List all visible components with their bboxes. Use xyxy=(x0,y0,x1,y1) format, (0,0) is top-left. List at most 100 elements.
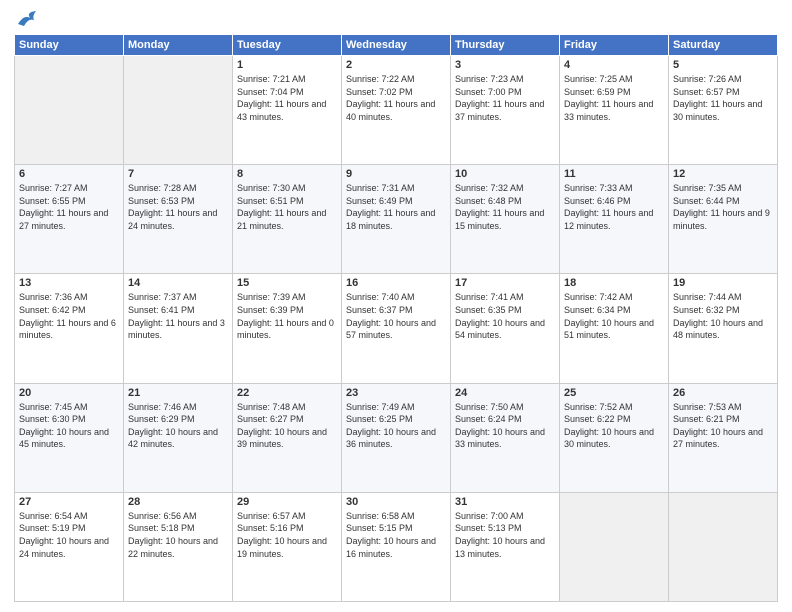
day-number: 26 xyxy=(673,387,773,399)
calendar-day-cell: 5 Sunrise: 7:26 AMSunset: 6:57 PMDaylight… xyxy=(669,56,778,165)
day-number: 13 xyxy=(19,277,119,289)
calendar-day-cell: 17 Sunrise: 7:41 AMSunset: 6:35 PMDayligh… xyxy=(451,274,560,383)
calendar-day-cell: 19 Sunrise: 7:44 AMSunset: 6:32 PMDayligh… xyxy=(669,274,778,383)
calendar-day-cell: 14 Sunrise: 7:37 AMSunset: 6:41 PMDayligh… xyxy=(124,274,233,383)
calendar-day-cell: 27 Sunrise: 6:54 AMSunset: 5:19 PMDayligh… xyxy=(15,492,124,601)
calendar-day-cell: 15 Sunrise: 7:39 AMSunset: 6:39 PMDayligh… xyxy=(233,274,342,383)
calendar-day-cell: 31Sunrise: 7:00 AMSunset: 5:13 PMDayligh… xyxy=(451,492,560,601)
header xyxy=(14,10,778,28)
calendar-day-cell: 11 Sunrise: 7:33 AMSunset: 6:46 PMDayligh… xyxy=(560,165,669,274)
day-number: 23 xyxy=(346,387,446,399)
day-number: 21 xyxy=(128,387,228,399)
calendar-day-cell: 29Sunrise: 6:57 AMSunset: 5:16 PMDayligh… xyxy=(233,492,342,601)
calendar-day-cell xyxy=(15,56,124,165)
day-info: Sunrise: 7:52 AMSunset: 6:22 PMDaylight:… xyxy=(564,401,664,451)
calendar-day-cell: 22 Sunrise: 7:48 AMSunset: 6:27 PMDayligh… xyxy=(233,383,342,492)
day-info: Sunrise: 7:36 AMSunset: 6:42 PMDaylight:… xyxy=(19,291,119,341)
day-info: Sunrise: 7:31 AMSunset: 6:49 PMDaylight:… xyxy=(346,182,446,232)
day-info: Sunrise: 7:42 AMSunset: 6:34 PMDaylight:… xyxy=(564,291,664,341)
calendar-day-cell: 24Sunrise: 7:50 AMSunset: 6:24 PMDayligh… xyxy=(451,383,560,492)
calendar-day-cell xyxy=(124,56,233,165)
calendar-day-cell: 4 Sunrise: 7:25 AMSunset: 6:59 PMDaylight… xyxy=(560,56,669,165)
day-number: 31 xyxy=(455,496,555,508)
day-number: 12 xyxy=(673,168,773,180)
day-number: 29 xyxy=(237,496,337,508)
day-info: Sunrise: 7:44 AMSunset: 6:32 PMDaylight:… xyxy=(673,291,773,341)
calendar-day-cell: 6 Sunrise: 7:27 AMSunset: 6:55 PMDaylight… xyxy=(15,165,124,274)
day-info: Sunrise: 7:27 AMSunset: 6:55 PMDaylight:… xyxy=(19,182,119,232)
day-info: Sunrise: 7:46 AMSunset: 6:29 PMDaylight:… xyxy=(128,401,228,451)
weekday-header-cell: Monday xyxy=(124,35,233,56)
calendar-day-cell: 8 Sunrise: 7:30 AMSunset: 6:51 PMDaylight… xyxy=(233,165,342,274)
page: SundayMondayTuesdayWednesdayThursdayFrid… xyxy=(0,0,792,612)
calendar-day-cell: 20Sunrise: 7:45 AMSunset: 6:30 PMDayligh… xyxy=(15,383,124,492)
calendar-week-row: 6 Sunrise: 7:27 AMSunset: 6:55 PMDaylight… xyxy=(15,165,778,274)
day-number: 27 xyxy=(19,496,119,508)
day-info: Sunrise: 6:56 AMSunset: 5:18 PMDaylight:… xyxy=(128,510,228,560)
day-info: Sunrise: 7:41 AMSunset: 6:35 PMDaylight:… xyxy=(455,291,555,341)
day-number: 24 xyxy=(455,387,555,399)
day-info: Sunrise: 7:37 AMSunset: 6:41 PMDaylight:… xyxy=(128,291,228,341)
calendar-day-cell: 28 Sunrise: 6:56 AMSunset: 5:18 PMDayligh… xyxy=(124,492,233,601)
weekday-header-cell: Friday xyxy=(560,35,669,56)
calendar-table: SundayMondayTuesdayWednesdayThursdayFrid… xyxy=(14,34,778,602)
day-number: 19 xyxy=(673,277,773,289)
day-number: 6 xyxy=(19,168,119,180)
day-number: 10 xyxy=(455,168,555,180)
day-number: 25 xyxy=(564,387,664,399)
day-number: 18 xyxy=(564,277,664,289)
calendar-day-cell: 26 Sunrise: 7:53 AMSunset: 6:21 PMDayligh… xyxy=(669,383,778,492)
day-number: 17 xyxy=(455,277,555,289)
day-info: Sunrise: 7:53 AMSunset: 6:21 PMDaylight:… xyxy=(673,401,773,451)
calendar-day-cell: 12 Sunrise: 7:35 AMSunset: 6:44 PMDayligh… xyxy=(669,165,778,274)
calendar-day-cell: 30Sunrise: 6:58 AMSunset: 5:15 PMDayligh… xyxy=(342,492,451,601)
calendar-week-row: 27 Sunrise: 6:54 AMSunset: 5:19 PMDayligh… xyxy=(15,492,778,601)
day-number: 5 xyxy=(673,59,773,71)
calendar-week-row: 20Sunrise: 7:45 AMSunset: 6:30 PMDayligh… xyxy=(15,383,778,492)
day-info: Sunrise: 7:39 AMSunset: 6:39 PMDaylight:… xyxy=(237,291,337,341)
day-number: 11 xyxy=(564,168,664,180)
calendar-week-row: 1 Sunrise: 7:21 AMSunset: 7:04 PMDaylight… xyxy=(15,56,778,165)
day-info: Sunrise: 7:40 AMSunset: 6:37 PMDaylight:… xyxy=(346,291,446,341)
day-number: 7 xyxy=(128,168,228,180)
calendar-day-cell: 7Sunrise: 7:28 AMSunset: 6:53 PMDaylight… xyxy=(124,165,233,274)
calendar-day-cell: 16 Sunrise: 7:40 AMSunset: 6:37 PMDayligh… xyxy=(342,274,451,383)
day-number: 16 xyxy=(346,277,446,289)
calendar-day-cell xyxy=(560,492,669,601)
day-info: Sunrise: 7:49 AMSunset: 6:25 PMDaylight:… xyxy=(346,401,446,451)
day-info: Sunrise: 7:26 AMSunset: 6:57 PMDaylight:… xyxy=(673,73,773,123)
weekday-header-cell: Thursday xyxy=(451,35,560,56)
day-number: 22 xyxy=(237,387,337,399)
weekday-header-row: SundayMondayTuesdayWednesdayThursdayFrid… xyxy=(15,35,778,56)
day-info: Sunrise: 6:58 AMSunset: 5:15 PMDaylight:… xyxy=(346,510,446,560)
day-info: Sunrise: 7:35 AMSunset: 6:44 PMDaylight:… xyxy=(673,182,773,232)
day-number: 15 xyxy=(237,277,337,289)
day-number: 14 xyxy=(128,277,228,289)
weekday-header-cell: Tuesday xyxy=(233,35,342,56)
day-info: Sunrise: 7:30 AMSunset: 6:51 PMDaylight:… xyxy=(237,182,337,232)
calendar-day-cell: 13 Sunrise: 7:36 AMSunset: 6:42 PMDayligh… xyxy=(15,274,124,383)
day-number: 4 xyxy=(564,59,664,71)
calendar-day-cell: 9Sunrise: 7:31 AMSunset: 6:49 PMDaylight… xyxy=(342,165,451,274)
day-number: 1 xyxy=(237,59,337,71)
calendar-body: 1 Sunrise: 7:21 AMSunset: 7:04 PMDaylight… xyxy=(15,56,778,602)
weekday-header-cell: Wednesday xyxy=(342,35,451,56)
day-info: Sunrise: 7:48 AMSunset: 6:27 PMDaylight:… xyxy=(237,401,337,451)
logo-bird-icon xyxy=(16,10,38,28)
calendar-day-cell xyxy=(669,492,778,601)
day-number: 28 xyxy=(128,496,228,508)
day-info: Sunrise: 7:23 AMSunset: 7:00 PMDaylight:… xyxy=(455,73,555,123)
day-info: Sunrise: 7:25 AMSunset: 6:59 PMDaylight:… xyxy=(564,73,664,123)
day-info: Sunrise: 7:22 AMSunset: 7:02 PMDaylight:… xyxy=(346,73,446,123)
calendar-day-cell: 25 Sunrise: 7:52 AMSunset: 6:22 PMDayligh… xyxy=(560,383,669,492)
day-info: Sunrise: 6:54 AMSunset: 5:19 PMDaylight:… xyxy=(19,510,119,560)
day-number: 2 xyxy=(346,59,446,71)
weekday-header-cell: Saturday xyxy=(669,35,778,56)
calendar-day-cell: 21 Sunrise: 7:46 AMSunset: 6:29 PMDayligh… xyxy=(124,383,233,492)
weekday-header-cell: Sunday xyxy=(15,35,124,56)
day-number: 8 xyxy=(237,168,337,180)
day-info: Sunrise: 7:45 AMSunset: 6:30 PMDaylight:… xyxy=(19,401,119,451)
day-info: Sunrise: 7:21 AMSunset: 7:04 PMDaylight:… xyxy=(237,73,337,123)
day-info: Sunrise: 7:33 AMSunset: 6:46 PMDaylight:… xyxy=(564,182,664,232)
day-number: 3 xyxy=(455,59,555,71)
